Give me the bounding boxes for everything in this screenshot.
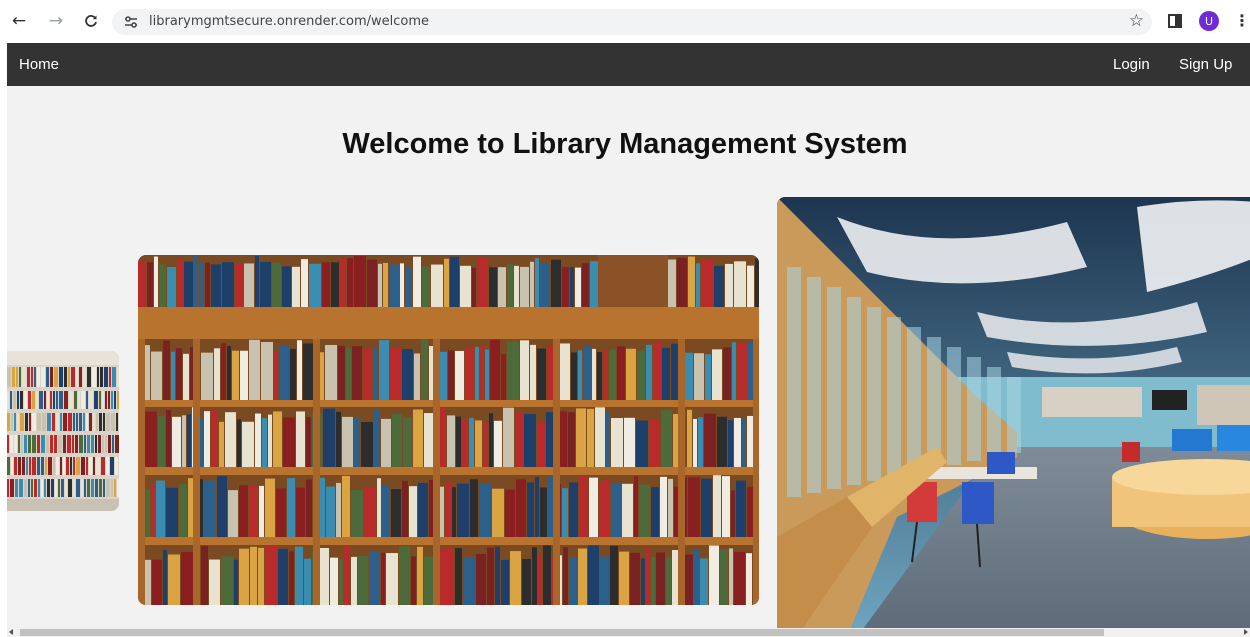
nav-home-link[interactable]: Home: [19, 56, 59, 73]
page-content: Welcome to Library Management System: [7, 86, 1250, 628]
carousel-slide-library-stacks[interactable]: [7, 351, 119, 511]
address-bar[interactable]: librarymgmtsecure.onrender.com/welcome ☆: [112, 9, 1152, 35]
browser-toolbar: ← → librarymgmtsecure.onrender.com/welco…: [0, 0, 1250, 43]
page-title: Welcome to Library Management System: [342, 128, 908, 160]
left-gutter: [0, 43, 7, 637]
nav-signup-link[interactable]: Sign Up: [1179, 56, 1232, 73]
reload-icon[interactable]: [81, 11, 101, 31]
url-text[interactable]: librarymgmtsecure.onrender.com/welcome: [149, 14, 429, 29]
horizontal-scrollbar[interactable]: [7, 628, 1250, 637]
site-navbar: Home Login Sign Up: [7, 43, 1250, 86]
scroll-right-arrow-icon[interactable]: [1244, 629, 1248, 635]
site-settings-icon[interactable]: [123, 14, 139, 30]
bookmark-star-icon[interactable]: ☆: [1129, 11, 1144, 31]
scroll-left-arrow-icon[interactable]: [9, 629, 13, 635]
carousel-slide-library-interior[interactable]: [777, 197, 1250, 628]
carousel-slide-bookshelf[interactable]: [138, 255, 759, 605]
nav-login-link[interactable]: Login: [1113, 56, 1150, 73]
browser-menu-icon[interactable]: ⋮: [1234, 11, 1250, 30]
scrollbar-thumb[interactable]: [20, 629, 1104, 636]
back-arrow-icon[interactable]: ←: [9, 11, 29, 31]
profile-avatar[interactable]: U: [1199, 11, 1219, 31]
forward-arrow-icon[interactable]: →: [46, 11, 66, 31]
side-panel-icon[interactable]: [1168, 14, 1182, 28]
